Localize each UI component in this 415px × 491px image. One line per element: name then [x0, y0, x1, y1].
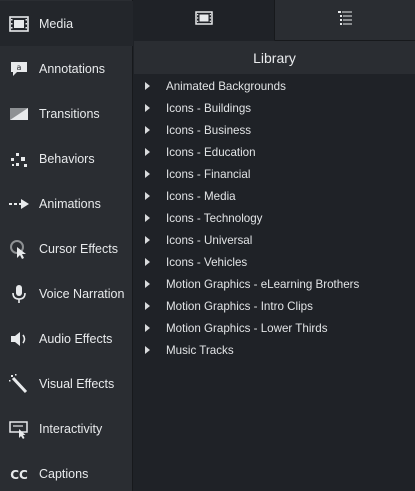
sidebar-item-voice-narration[interactable]: Voice Narration	[0, 271, 133, 316]
library-folder-label: Animated Backgrounds	[166, 79, 286, 93]
animation-arrow-icon	[8, 193, 30, 215]
library-list-icon	[337, 10, 353, 31]
annotation-bubble-icon: a	[8, 58, 30, 80]
library-folder-label: Icons - Universal	[166, 233, 253, 247]
sidebar-item-animations[interactable]: Animations	[0, 181, 133, 226]
sidebar-item-transitions[interactable]: Transitions	[0, 91, 133, 136]
library-folder-item[interactable]: Icons - Buildings	[134, 97, 415, 119]
library-folder-item[interactable]: Animated Backgrounds	[134, 75, 415, 97]
tab-library[interactable]	[275, 0, 415, 41]
sidebar-item-label: Media	[39, 16, 74, 31]
expand-triangle-icon[interactable]	[145, 346, 150, 354]
microphone-icon	[8, 283, 30, 305]
sidebar-item-label: Annotations	[39, 61, 106, 76]
library-folder-label: Icons - Buildings	[166, 101, 252, 115]
sidebar-item-label: Interactivity	[39, 421, 103, 436]
library-folder-item[interactable]: Motion Graphics - Intro Clips	[134, 295, 415, 317]
sidebar-item-label: Visual Effects	[39, 376, 115, 391]
expand-triangle-icon[interactable]	[145, 126, 150, 134]
library-folder-item[interactable]: Motion Graphics - Lower Thirds	[134, 317, 415, 339]
film-strip-icon	[8, 13, 30, 35]
library-folder-label: Icons - Vehicles	[166, 255, 248, 269]
behaviors-icon	[8, 148, 30, 170]
sidebar-item-visual-effects[interactable]: Visual Effects	[0, 361, 133, 406]
library-folder-item[interactable]: Motion Graphics - eLearning Brothers	[134, 273, 415, 295]
expand-triangle-icon[interactable]	[145, 104, 150, 112]
expand-triangle-icon[interactable]	[145, 280, 150, 288]
expand-triangle-icon[interactable]	[145, 258, 150, 266]
library-folder-item[interactable]: Icons - Business	[134, 119, 415, 141]
library-folder-label: Motion Graphics - eLearning Brothers	[166, 277, 360, 291]
sidebar-item-label: Captions	[39, 466, 89, 481]
sidebar-item-label: Voice Narration	[39, 286, 125, 301]
sidebar-item-label: Behaviors	[39, 151, 95, 166]
library-folder-label: Icons - Technology	[166, 211, 263, 225]
captions-cc-icon: CC	[8, 463, 30, 485]
sidebar-item-annotations[interactable]: a Annotations	[0, 46, 133, 91]
library-folder-label: Icons - Education	[166, 145, 256, 159]
transition-icon	[8, 103, 30, 125]
tab-media-bin[interactable]	[134, 0, 275, 41]
library-folder-label: Icons - Media	[166, 189, 236, 203]
tools-sidebar: Media a Annotations Transitions Behavior…	[0, 0, 133, 491]
sidebar-item-audio-effects[interactable]: Audio Effects	[0, 316, 133, 361]
sidebar-item-label: Animations	[39, 196, 101, 211]
expand-triangle-icon[interactable]	[145, 82, 150, 90]
library-folder-label: Motion Graphics - Lower Thirds	[166, 321, 328, 335]
library-folder-label: Icons - Financial	[166, 167, 251, 181]
svg-text:CC: CC	[10, 468, 28, 481]
sidebar-item-media[interactable]: Media	[0, 1, 133, 46]
library-folder-item[interactable]: Icons - Financial	[134, 163, 415, 185]
interactivity-icon	[8, 418, 30, 440]
library-folder-label: Icons - Business	[166, 123, 252, 137]
sidebar-item-captions[interactable]: CC Captions	[0, 451, 133, 491]
sidebar-item-interactivity[interactable]: Interactivity	[0, 406, 133, 451]
library-folder-item[interactable]: Icons - Vehicles	[134, 251, 415, 273]
film-strip-icon	[195, 10, 213, 30]
sidebar-item-cursor-effects[interactable]: Cursor Effects	[0, 226, 133, 271]
sidebar-item-label: Audio Effects	[39, 331, 113, 346]
expand-triangle-icon[interactable]	[145, 148, 150, 156]
library-folder-label: Music Tracks	[166, 343, 234, 357]
expand-triangle-icon[interactable]	[145, 302, 150, 310]
library-folder-item[interactable]: Icons - Technology	[134, 207, 415, 229]
library-folder-item[interactable]: Icons - Universal	[134, 229, 415, 251]
library-folder-item[interactable]: Icons - Education	[134, 141, 415, 163]
library-title: Library	[134, 41, 415, 74]
expand-triangle-icon[interactable]	[145, 192, 150, 200]
svg-text:a: a	[17, 63, 22, 72]
library-folder-item[interactable]: Icons - Media	[134, 185, 415, 207]
cursor-effects-icon	[8, 238, 30, 260]
expand-triangle-icon[interactable]	[145, 214, 150, 222]
sidebar-item-label: Transitions	[39, 106, 100, 121]
library-panel: Library Animated Backgrounds Icons - Bui…	[134, 41, 415, 491]
speaker-icon	[8, 328, 30, 350]
sidebar-item-label: Cursor Effects	[39, 241, 118, 256]
expand-triangle-icon[interactable]	[145, 324, 150, 332]
panel-tab-bar	[134, 0, 415, 41]
sidebar-item-behaviors[interactable]: Behaviors	[0, 136, 133, 181]
expand-triangle-icon[interactable]	[145, 170, 150, 178]
magic-wand-icon	[8, 373, 30, 395]
expand-triangle-icon[interactable]	[145, 236, 150, 244]
library-folder-item[interactable]: Music Tracks	[134, 339, 415, 361]
library-folder-label: Motion Graphics - Intro Clips	[166, 299, 313, 313]
library-list: Animated Backgrounds Icons - Buildings I…	[134, 74, 415, 361]
